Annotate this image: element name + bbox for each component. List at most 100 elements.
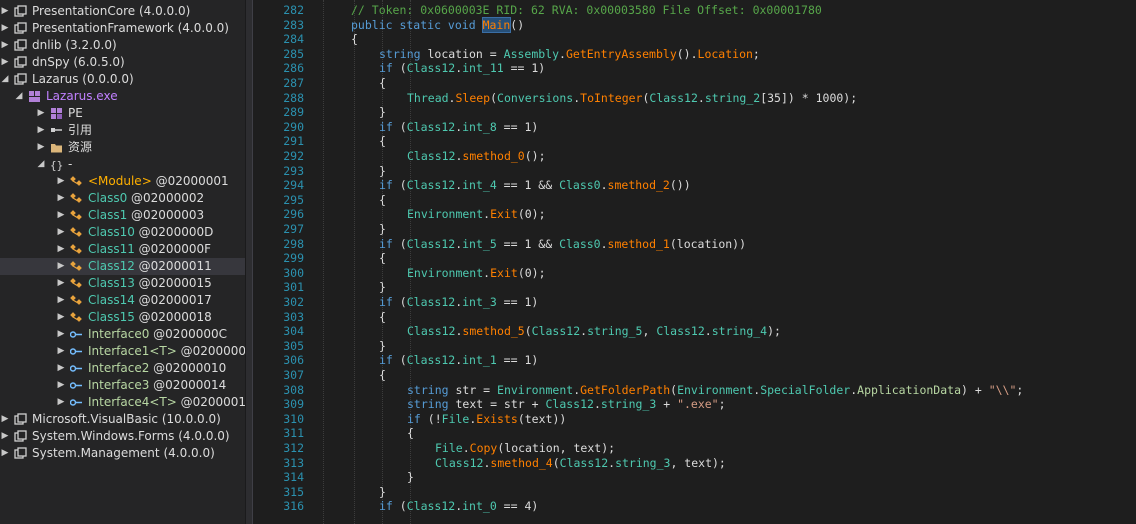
- tree-node[interactable]: ▶ <Module> @02000001: [0, 173, 245, 190]
- tree-node[interactable]: ▶ System.Windows.Forms (4.0.0.0): [0, 428, 245, 445]
- expand-arrow-icon[interactable]: ▶: [0, 20, 10, 37]
- code-token[interactable]: Class12: [656, 324, 704, 338]
- code-token[interactable]: int_5: [462, 237, 497, 251]
- code-line[interactable]: 302 if (Class12.int_3 == 1): [253, 295, 1136, 310]
- code-token[interactable]: Environment: [407, 207, 483, 221]
- code-line[interactable]: 294 if (Class12.int_4 == 1 && Class0.smet…: [253, 178, 1136, 193]
- code-token[interactable]: if: [379, 61, 393, 75]
- tree-node[interactable]: ▶ PresentationFramework (4.0.0.0): [0, 20, 245, 37]
- code-token[interactable]: int_1: [462, 353, 497, 367]
- code-line[interactable]: 283 public static void Main(): [253, 16, 1136, 33]
- tree-node[interactable]: ▶ 引用: [0, 122, 245, 139]
- code-line[interactable]: 306 if (Class12.int_1 == 1): [253, 353, 1136, 368]
- code-token[interactable]: SpecialFolder: [760, 383, 850, 397]
- expand-arrow-icon[interactable]: ▶: [56, 241, 66, 258]
- tree-node[interactable]: ▶ Class14 @02000017: [0, 292, 245, 309]
- expand-arrow-icon[interactable]: ▶: [56, 377, 66, 394]
- code-token[interactable]: Class12: [407, 237, 455, 251]
- code-token[interactable]: Class12: [407, 295, 455, 309]
- code-token[interactable]: Class12: [560, 456, 608, 470]
- code-token[interactable]: string_5: [587, 324, 642, 338]
- tree-node[interactable]: ◢ {} -: [0, 156, 245, 173]
- expand-arrow-icon[interactable]: ▶: [36, 139, 46, 156]
- expand-arrow-icon[interactable]: ▶: [0, 3, 10, 20]
- tree-node[interactable]: ▶ Interface0 @0200000C: [0, 326, 245, 343]
- code-token[interactable]: Sleep: [455, 91, 490, 105]
- expand-arrow-icon[interactable]: ▶: [0, 411, 10, 428]
- expand-arrow-icon[interactable]: ▶: [56, 258, 66, 275]
- tree-node[interactable]: ▶ Class1 @02000003: [0, 207, 245, 224]
- code-line[interactable]: 285 string location = Assembly.GetEntryAs…: [253, 47, 1136, 62]
- code-line[interactable]: 288 Thread.Sleep(Conversions.ToInteger(Cl…: [253, 91, 1136, 106]
- code-token[interactable]: string: [379, 47, 421, 61]
- tree-node[interactable]: ▶ Class0 @02000002: [0, 190, 245, 207]
- code-token[interactable]: File: [442, 412, 470, 426]
- code-line[interactable]: 313 Class12.smethod_4(Class12.string_3, t…: [253, 456, 1136, 471]
- code-token[interactable]: Class0: [559, 178, 601, 192]
- code-token[interactable]: smethod_1: [608, 237, 670, 251]
- code-line[interactable]: 314}: [253, 470, 1136, 485]
- code-line[interactable]: 282 // Token: 0x0600003E RID: 62 RVA: 0x0…: [253, 3, 1136, 18]
- code-token[interactable]: string: [407, 397, 449, 411]
- code-token[interactable]: Class12: [532, 324, 580, 338]
- code-token[interactable]: Class12: [407, 120, 455, 134]
- tree-node[interactable]: ▶ Class13 @02000015: [0, 275, 245, 292]
- code-token[interactable]: Class12: [407, 149, 455, 163]
- tree-node[interactable]: ▶ Interface1<T> @0200000E: [0, 343, 245, 360]
- code-token[interactable]: int_0: [462, 499, 497, 513]
- code-token[interactable]: Thread: [407, 91, 449, 105]
- tree-node[interactable]: ▶ 资源: [0, 139, 245, 156]
- code-line[interactable]: 293}: [253, 164, 1136, 179]
- code-token[interactable]: Location: [698, 47, 753, 61]
- expand-arrow-icon[interactable]: ▶: [56, 173, 66, 190]
- code-token[interactable]: Assembly: [504, 47, 559, 61]
- code-token[interactable]: GetFolderPath: [580, 383, 670, 397]
- code-token[interactable]: if: [379, 295, 393, 309]
- code-line[interactable]: 304 Class12.smethod_5(Class12.string_5, C…: [253, 324, 1136, 339]
- code-token[interactable]: Exit: [490, 266, 518, 280]
- expand-arrow-icon[interactable]: ▶: [56, 326, 66, 343]
- expand-arrow-icon[interactable]: ▶: [56, 275, 66, 292]
- code-token[interactable]: if: [379, 237, 393, 251]
- code-token[interactable]: Class12: [435, 456, 483, 470]
- expand-arrow-icon[interactable]: ▶: [0, 445, 10, 462]
- code-token[interactable]: Exit: [490, 207, 518, 221]
- code-line[interactable]: 300 Environment.Exit(0);: [253, 266, 1136, 281]
- code-token[interactable]: public static void: [351, 18, 483, 32]
- code-token[interactable]: string_3: [601, 397, 656, 411]
- code-token[interactable]: smethod_0: [462, 149, 524, 163]
- expand-arrow-icon[interactable]: ▶: [0, 428, 10, 445]
- code-token[interactable]: Class12: [407, 61, 455, 75]
- code-line[interactable]: 295 {: [253, 193, 1136, 208]
- tree-node[interactable]: ▶ System.Management (4.0.0.0): [0, 445, 245, 462]
- tree-node[interactable]: ▶ Class12 @02000011: [0, 258, 245, 275]
- expand-arrow-icon[interactable]: ▶: [56, 360, 66, 377]
- code-token[interactable]: Class0: [559, 237, 601, 251]
- code-token[interactable]: File: [435, 441, 463, 455]
- tree-node[interactable]: ◢ Lazarus (0.0.0.0): [0, 71, 245, 88]
- code-token[interactable]: Class12: [649, 91, 697, 105]
- code-token[interactable]: if: [379, 178, 393, 192]
- code-line[interactable]: 291 {: [253, 134, 1136, 149]
- expand-arrow-icon[interactable]: ▶: [36, 105, 46, 122]
- code-line[interactable]: 312 File.Copy(location, text);: [253, 441, 1136, 456]
- code-token[interactable]: Environment: [407, 266, 483, 280]
- code-token[interactable]: int_8: [462, 120, 497, 134]
- code-token[interactable]: Class12: [407, 324, 455, 338]
- code-line[interactable]: 310 if (!File.Exists(text)): [253, 412, 1136, 427]
- code-line[interactable]: 284 {: [253, 32, 1136, 47]
- code-token[interactable]: GetEntryAssembly: [566, 47, 677, 61]
- tree-node[interactable]: ▶ dnlib (3.2.0.0): [0, 37, 245, 54]
- expand-arrow-icon[interactable]: ▶: [56, 190, 66, 207]
- tree-node[interactable]: ◢ Lazarus.exe: [0, 88, 245, 105]
- tree-node[interactable]: ▶ Interface3 @02000014: [0, 377, 245, 394]
- tree-node[interactable]: ▶ dnSpy (6.0.5.0): [0, 54, 245, 71]
- tree-node[interactable]: ▶ Interface4<T> @02000016: [0, 394, 245, 411]
- tree-node[interactable]: ▶ Class11 @0200000F: [0, 241, 245, 258]
- code-token[interactable]: Exists: [476, 412, 518, 426]
- code-line[interactable]: 305}: [253, 339, 1136, 354]
- code-token[interactable]: int_3: [462, 295, 497, 309]
- code-line[interactable]: 296 Environment.Exit(0);: [253, 207, 1136, 222]
- code-editor[interactable]: 282 // Token: 0x0600003E RID: 62 RVA: 0x0…: [253, 0, 1136, 524]
- code-token[interactable]: int_11: [462, 61, 504, 75]
